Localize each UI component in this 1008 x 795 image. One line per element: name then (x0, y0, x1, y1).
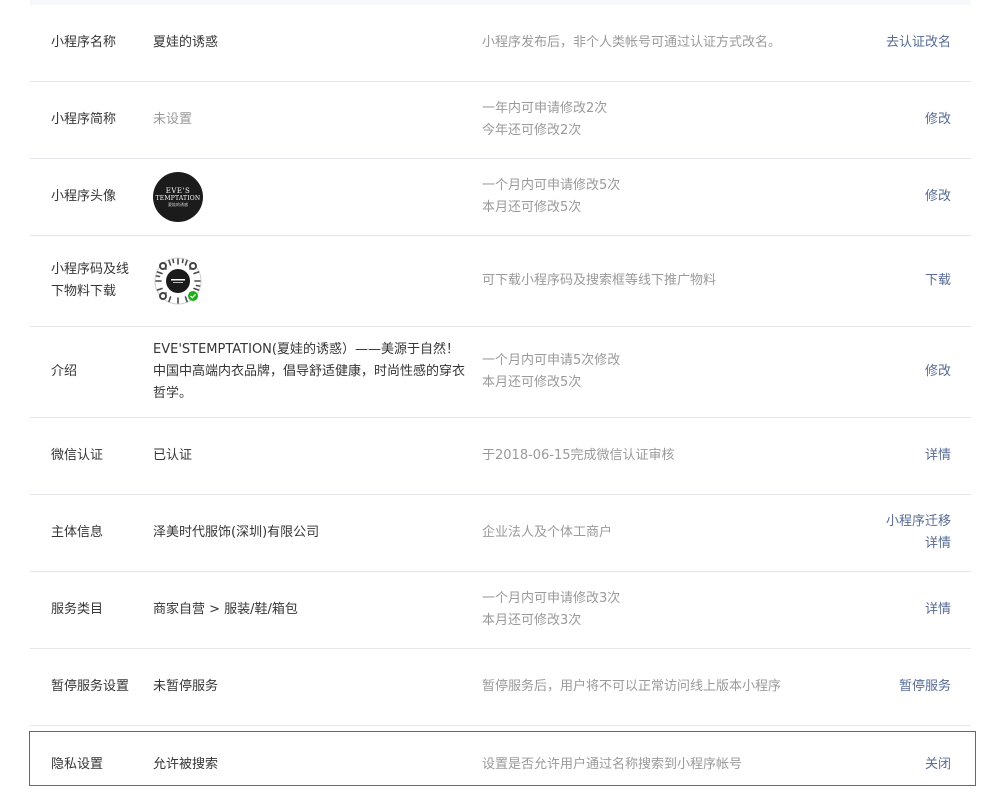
row-label: 小程序码及线下物料下载 (51, 262, 130, 299)
row-value: 允许被搜索 (153, 756, 219, 772)
row-actions: 修改 (925, 361, 951, 383)
avatar-text-line: TEMPTATION (155, 194, 201, 202)
row-mini-program-name: 小程序名称 夏娃的诱惑 小程序发布后，非个人类帐号可通过认证方式改名。 去认证改… (30, 5, 971, 82)
row-description: 可下载小程序码及搜索框等线下推广物料 (482, 270, 842, 292)
row-description: 一个月内可申请修改3次 本月还可修改3次 (482, 588, 842, 632)
row-service-category: 服务类目 商家自营 > 服装/鞋/箱包 一个月内可申请修改3次 本月还可修改3次… (30, 572, 971, 649)
row-qrcode-download: 小程序码及线下物料下载 可下载小程序码及搜索框等线下推广物料 下载 (30, 236, 971, 327)
row-label: 隐私设置 (51, 756, 104, 772)
disable-search-link[interactable]: 关闭 (925, 754, 951, 776)
row-value: 已认证 (153, 448, 193, 463)
row-description: 一年内可申请修改2次 今年还可修改2次 (482, 98, 842, 142)
row-avatar: 小程序头像 EVE'S TEMPTATION 夏娃的诱惑 一个月内可申请修改5次… (30, 159, 971, 236)
row-value: 商家自营 > 服装/鞋/箱包 (153, 602, 298, 617)
download-link[interactable]: 下载 (925, 270, 951, 292)
row-label: 暂停服务设置 (51, 679, 130, 694)
row-actions: 下载 (925, 270, 951, 292)
verify-rename-link[interactable]: 去认证改名 (886, 32, 951, 54)
row-actions: 修改 (925, 186, 951, 208)
row-value: 夏娃的诱惑 (153, 35, 219, 50)
edit-intro-link[interactable]: 修改 (925, 361, 951, 383)
row-description: 暂停服务后，用户将不可以正常访问线上版本小程序 (482, 676, 842, 698)
row-label: 小程序头像 (51, 189, 117, 204)
desc-line: 本月还可修改5次 (482, 200, 582, 215)
row-wechat-verification: 微信认证 已认证 于2018-06-15完成微信认证审核 详情 (30, 418, 971, 495)
migrate-mini-program-link[interactable]: 小程序迁移 (886, 511, 951, 533)
verification-details-link[interactable]: 详情 (925, 445, 951, 467)
desc-line: 设置是否允许用户通过名称搜索到小程序帐号 (482, 756, 743, 772)
desc-line: 今年还可修改2次 (482, 123, 582, 138)
desc-line: 一个月内可申请修改5次 (482, 178, 621, 193)
desc-line: 暂停服务后，用户将不可以正常访问线上版本小程序 (482, 679, 782, 694)
desc-line: 一个月内可申请5次修改 (482, 353, 621, 368)
row-introduction: 介绍 EVE'STEMPTATION(夏娃的诱惑）——美源于自然！中国中高端内衣… (30, 327, 971, 418)
row-label: 小程序名称 (51, 35, 117, 50)
row-description: 于2018-06-15完成微信认证审核 (482, 445, 842, 467)
desc-line: 可下载小程序码及搜索框等线下推广物料 (482, 273, 717, 288)
row-value (153, 256, 468, 306)
avatar-text-line: 夏娃的诱惑 (168, 201, 188, 207)
row-value: 未设置 (153, 112, 193, 127)
category-details-link[interactable]: 详情 (925, 599, 951, 621)
row-actions: 详情 (925, 445, 951, 467)
mini-program-code-graphic (154, 257, 202, 305)
row-pause-service: 暂停服务设置 未暂停服务 暂停服务后，用户将不可以正常访问线上版本小程序 暂停服… (30, 649, 971, 726)
entity-details-link[interactable]: 详情 (886, 533, 951, 555)
row-actions: 小程序迁移 详情 (886, 511, 951, 555)
row-label: 服务类目 (51, 602, 104, 617)
row-actions: 去认证改名 (886, 32, 951, 54)
row-value: 泽美时代服饰(深圳)有限公司 (153, 525, 320, 540)
row-entity-info: 主体信息 泽美时代服饰(深圳)有限公司 企业法人及个体工商户 小程序迁移 详情 (30, 495, 971, 572)
row-actions: 详情 (925, 599, 951, 621)
row-label: 介绍 (51, 364, 78, 379)
row-label: 小程序简称 (51, 112, 117, 127)
avatar-text-line: EVE'S (165, 186, 191, 195)
settings-page: 小程序名称 夏娃的诱惑 小程序发布后，非个人类帐号可通过认证方式改名。 去认证改… (0, 0, 1008, 795)
mini-program-code-icon (153, 256, 203, 306)
avatar: EVE'S TEMPTATION 夏娃的诱惑 (153, 172, 203, 222)
row-label: 主体信息 (51, 525, 104, 540)
edit-short-name-link[interactable]: 修改 (925, 109, 951, 131)
row-description: 一个月内可申请5次修改 本月还可修改5次 (482, 350, 842, 394)
edit-avatar-link[interactable]: 修改 (925, 186, 951, 208)
pause-service-link[interactable]: 暂停服务 (899, 676, 951, 698)
row-value: 未暂停服务 (153, 679, 219, 694)
row-actions: 暂停服务 (899, 676, 951, 698)
row-description: 小程序发布后，非个人类帐号可通过认证方式改名。 (482, 32, 842, 54)
row-short-name: 小程序简称 未设置 一年内可申请修改2次 今年还可修改2次 修改 (30, 82, 971, 159)
row-description: 一个月内可申请修改5次 本月还可修改5次 (482, 175, 842, 219)
desc-line: 于2018-06-15完成微信认证审核 (482, 448, 675, 463)
desc-line: 小程序发布后，非个人类帐号可通过认证方式改名。 (482, 35, 782, 50)
row-privacy-settings: 隐私设置 允许被搜索 设置是否允许用户通过名称搜索到小程序帐号 关闭 (30, 726, 971, 795)
desc-line: 本月还可修改5次 (482, 375, 582, 390)
row-actions: 修改 (925, 109, 951, 131)
row-label: 微信认证 (51, 448, 104, 463)
desc-line: 企业法人及个体工商户 (482, 525, 613, 540)
row-value: EVE'STEMPTATION(夏娃的诱惑）——美源于自然！中国中高端内衣品牌，… (153, 342, 466, 401)
desc-line: 一年内可申请修改2次 (482, 101, 608, 116)
row-value: EVE'S TEMPTATION 夏娃的诱惑 (153, 172, 468, 222)
desc-line: 一个月内可申请修改3次 (482, 591, 621, 606)
settings-table: 小程序名称 夏娃的诱惑 小程序发布后，非个人类帐号可通过认证方式改名。 去认证改… (30, 5, 971, 795)
row-actions: 关闭 (925, 754, 951, 776)
desc-line: 本月还可修改3次 (482, 613, 582, 628)
row-description: 企业法人及个体工商户 (482, 522, 842, 544)
row-description: 设置是否允许用户通过名称搜索到小程序帐号 (482, 754, 842, 776)
